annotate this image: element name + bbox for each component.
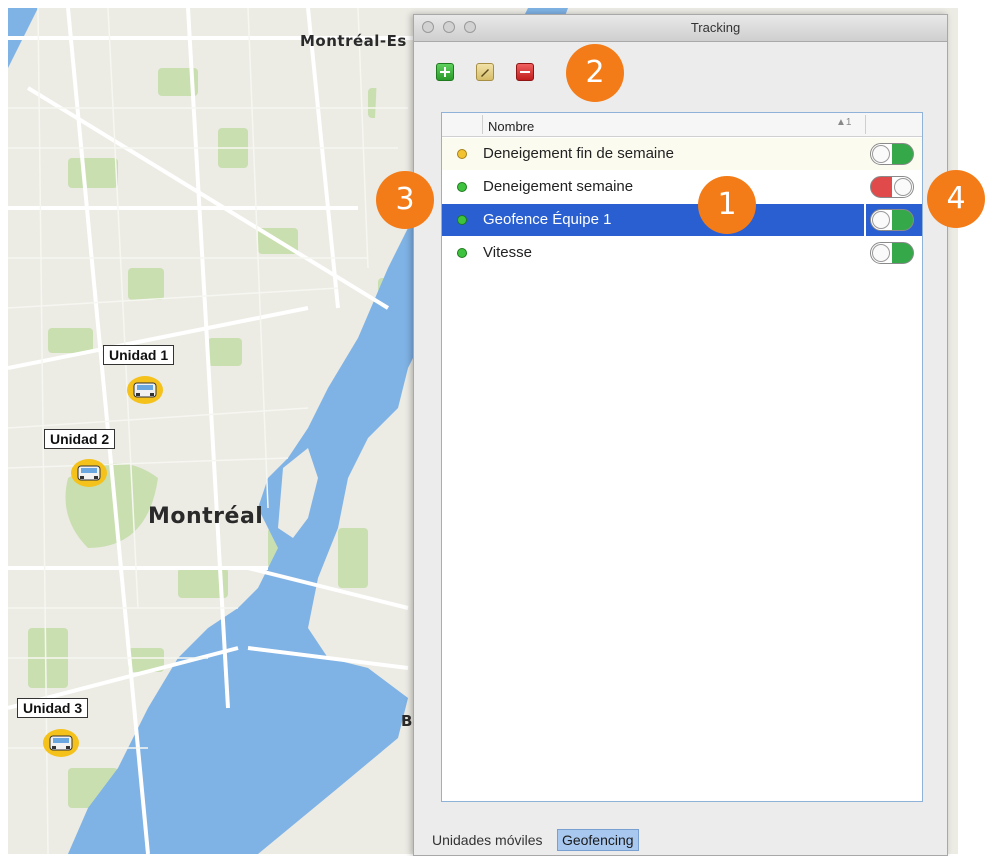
tab-geofencing[interactable]: Geofencing [556, 829, 639, 851]
column-separator [865, 115, 866, 134]
map-unit-1[interactable]: Unidad 1 [103, 345, 175, 365]
unit-label: Unidad 1 [103, 345, 175, 365]
unit-label: Unidad 3 [17, 698, 89, 718]
unit-label: Unidad 2 [44, 429, 116, 449]
status-indicator [457, 182, 467, 192]
column-separator [482, 115, 483, 134]
map-label-montreal: Montréal [148, 504, 264, 529]
minus-icon [520, 71, 530, 73]
taxi-icon[interactable] [126, 375, 164, 405]
toggle-knob [872, 211, 890, 229]
window-title: Tracking [690, 20, 741, 35]
list-header: Nombre ▲1 [442, 113, 922, 137]
tracking-window: Tracking Nombre ▲1 Deneigement fin de se… [413, 14, 948, 856]
sort-indicator: ▲1 [836, 117, 852, 128]
taxi-icon[interactable] [42, 728, 80, 758]
row-name: Deneigement semaine [483, 178, 634, 195]
enable-toggle[interactable] [870, 176, 914, 198]
callout-4: 4 [927, 170, 985, 228]
map-label-b: B [401, 712, 413, 730]
enable-toggle[interactable] [870, 143, 914, 165]
map-unit-2[interactable]: Unidad 2 [44, 429, 116, 449]
list-row-selected[interactable]: Geofence Équipe 1 [442, 204, 922, 236]
callout-2: 2 [566, 44, 624, 102]
toggle-knob [872, 145, 890, 163]
taxi-icon[interactable] [70, 458, 108, 488]
row-name: Vitesse [483, 244, 532, 261]
map-label-montreal-est: Montréal-Es [300, 32, 407, 50]
enable-toggle[interactable] [870, 209, 914, 231]
row-name: Deneigement fin de semaine [483, 145, 674, 162]
list-row[interactable]: Deneigement semaine [442, 171, 922, 203]
column-header-nombre[interactable]: Nombre [488, 119, 534, 134]
geofence-list[interactable]: Nombre ▲1 Deneigement fin de semaine Den… [441, 112, 923, 802]
list-row[interactable]: Vitesse [442, 237, 922, 269]
callout-3: 3 [376, 171, 434, 229]
list-row[interactable]: Deneigement fin de semaine [442, 138, 922, 170]
status-indicator [457, 248, 467, 258]
map-unit-3[interactable]: Unidad 3 [17, 698, 89, 718]
callout-1: 1 [698, 176, 756, 234]
status-indicator [457, 215, 467, 225]
plus-icon [440, 67, 450, 77]
pencil-icon [481, 69, 489, 77]
bottom-tabs: Unidades móviles Geofencing [428, 829, 645, 851]
status-indicator [457, 149, 467, 159]
enable-toggle[interactable] [870, 242, 914, 264]
toggle-knob [872, 244, 890, 262]
add-geofence-button[interactable] [436, 63, 454, 81]
window-titlebar[interactable]: Tracking [414, 15, 947, 42]
row-name: Geofence Équipe 1 [483, 211, 612, 228]
tab-unidades-moviles[interactable]: Unidades móviles [428, 830, 547, 850]
edit-geofence-button[interactable] [476, 63, 494, 81]
delete-geofence-button[interactable] [516, 63, 534, 81]
toggle-knob [894, 178, 912, 196]
